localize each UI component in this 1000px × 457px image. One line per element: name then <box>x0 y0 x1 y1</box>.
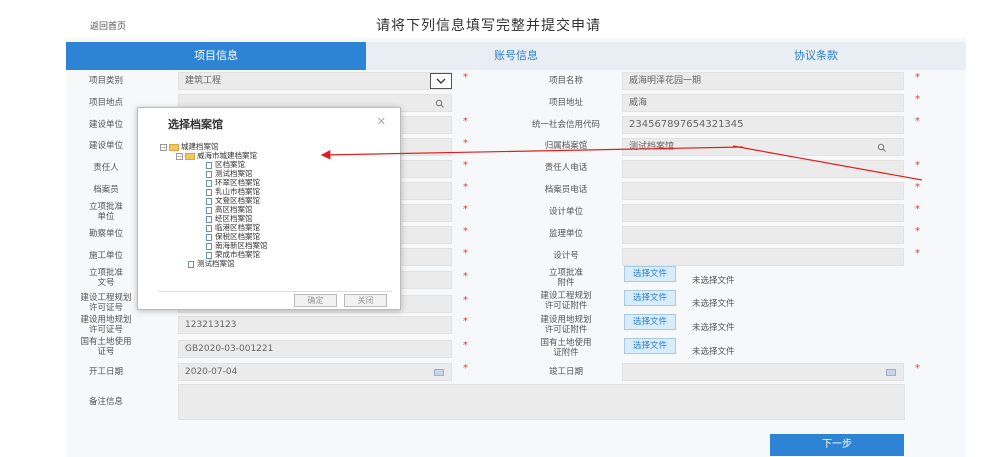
annotation-arrows <box>320 145 923 181</box>
annotation-arrow <box>320 146 744 160</box>
annotation-line <box>732 145 923 181</box>
